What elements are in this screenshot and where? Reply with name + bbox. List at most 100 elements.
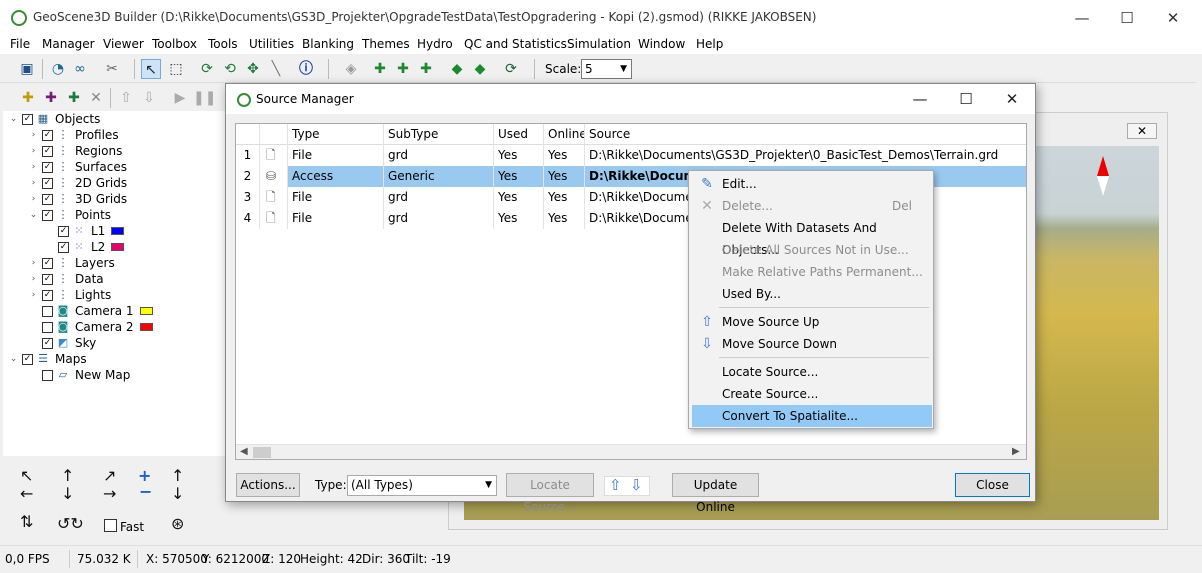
view-close-button[interactable]: ✕ [1127,123,1157,139]
table-row-source[interactable]: D:\Rikke\Documents\GS3D_Projekter\0_Basi… [585,145,1026,166]
menu-window[interactable]: Window [638,37,685,51]
tree-item-sky[interactable]: ✓ ◩ Sky [39,335,96,351]
menu-item-make-relative[interactable]: Make Relative Paths Permanent... [692,261,932,283]
menu-toolbox[interactable]: Toolbox [152,37,197,51]
move-up-icon[interactable]: ⇧ [116,88,136,108]
table-row-online[interactable]: Yes [544,208,585,229]
menu-item-delete[interactable]: ✕ Delete... Del [692,195,932,217]
close-window-button[interactable]: ✕ [1158,6,1188,30]
minimize-button[interactable]: — [1067,6,1097,30]
collapse-icon[interactable]: ⌄ [8,354,19,364]
nav-right-icon[interactable]: → [103,486,116,502]
maximize-button[interactable]: ☐ [1112,6,1142,30]
scroll-left-icon[interactable]: ◀ [240,446,248,457]
fast-checkbox[interactable] [104,519,117,532]
column-header-used[interactable]: Used [494,124,544,145]
sky-checkbox[interactable]: ✓ [42,337,53,349]
scroll-right-icon[interactable]: ▶ [1012,446,1020,457]
menu-item-edit[interactable]: ✎ Edit... [692,173,932,195]
menu-item-convert-spatialite[interactable]: Convert To Spatialite... [692,405,932,427]
nav-down-icon[interactable]: ↓ [61,486,74,502]
type-select[interactable]: (All Types) ▼ [347,475,497,496]
tilt-icon[interactable]: ⇅ [20,514,33,530]
move-down-icon[interactable]: ⇩ [630,476,643,494]
menu-hydro[interactable]: Hydro [417,37,453,51]
tree-item-data[interactable]: › ✓ ⋮ Data [28,271,104,287]
table-row-subtype[interactable]: grd [384,208,494,229]
maps-checkbox[interactable]: ✓ [22,353,33,365]
table-row-used[interactable]: Yes [494,145,544,166]
add-green-icon[interactable]: ✚ [64,88,84,108]
dialog-minimize-button[interactable]: — [905,88,935,110]
collapse-icon[interactable]: ⌄ [28,210,39,220]
nav-up-right-icon[interactable]: ↗ [103,468,116,484]
table-row-type[interactable]: Access [288,166,384,187]
table-row-used[interactable]: Yes [494,166,544,187]
expand-icon[interactable]: › [28,274,39,284]
table-row-online[interactable]: Yes [544,145,585,166]
expand-icon[interactable]: › [28,162,39,172]
rotate-icon[interactable]: ↺↻ [57,516,84,532]
column-header-subtype[interactable]: SubType [384,124,494,145]
rotate-ccw-icon[interactable]: ⟲ [220,59,240,79]
expand-icon[interactable]: › [28,258,39,268]
rotate-cw-icon[interactable]: ⟳ [197,59,217,79]
select-area-icon[interactable]: ⬚ [166,59,186,79]
move-down-icon[interactable]: ⇩ [139,88,159,108]
tree-item-lights[interactable]: › ✓ ⋮ Lights [28,287,112,303]
table-row-subtype[interactable]: grd [384,145,494,166]
newmap-checkbox[interactable] [42,369,53,381]
tree-item-profiles[interactable]: › ✓ ⋮ Profiles [28,127,119,143]
table-row-subtype[interactable]: grd [384,187,494,208]
points-checkbox[interactable]: ✓ [42,209,53,221]
expand-icon[interactable]: › [28,194,39,204]
add-yellow-icon[interactable]: ✚ [18,88,38,108]
pause-icon[interactable]: ❚❚ [193,88,216,108]
dialog-maximize-button[interactable]: ☐ [951,88,981,110]
menu-viewer[interactable]: Viewer [103,37,144,51]
tree-item-layers[interactable]: › ✓ ⋮ Layers [28,255,115,271]
actions-button[interactable]: Actions... [236,473,300,497]
column-header-type[interactable]: Type [288,124,384,145]
nav-up-left-icon[interactable]: ↖ [20,468,33,484]
zoom-out-icon[interactable]: − [139,484,152,500]
camera2-checkbox[interactable] [42,321,53,333]
menu-qc-statistics[interactable]: QC and Statistics [464,37,567,51]
tree-item-new-map[interactable]: ▱ New Map [39,367,130,383]
menu-item-move-up[interactable]: ⇧ Move Source Up [692,311,932,333]
menu-item-create-source[interactable]: Create Source... [692,383,932,405]
tree-item-objects[interactable]: ⌄ ✓ ▦ Objects [8,111,101,127]
add-line-icon[interactable]: ✚ [393,59,413,79]
nav-up-2-icon[interactable]: ↑ [171,468,184,484]
save-icon[interactable]: ▣ [17,59,37,79]
objects-checkbox[interactable]: ✓ [22,113,33,125]
menu-utilities[interactable]: Utilities [249,37,294,51]
tree-item-surfaces[interactable]: › ✓ ⋮ Surfaces [28,159,127,175]
dialog-close-button[interactable]: ✕ [997,88,1027,110]
column-header-number[interactable] [236,124,260,145]
table-row-online[interactable]: Yes [544,166,585,187]
user-icon[interactable]: ◔ [48,59,68,79]
tools-icon[interactable]: ✂ [102,59,122,79]
close-button[interactable]: Close [955,473,1030,497]
table-row-used[interactable]: Yes [494,187,544,208]
nav-up-icon[interactable]: ↑ [61,468,74,484]
menu-item-used-by[interactable]: Used By... [692,283,932,305]
edit-shape-icon[interactable]: ◆ [447,59,467,79]
l2-checkbox[interactable]: ✓ [58,241,69,253]
move-up-icon[interactable]: ⇧ [609,476,622,494]
surfaces-checkbox[interactable]: ✓ [42,161,53,173]
pan-icon[interactable]: ✥ [243,59,263,79]
refresh-view-icon[interactable]: ⟳ [501,59,521,79]
add-point-icon[interactable]: ✚ [370,59,390,79]
grids2d-checkbox[interactable]: ✓ [42,177,53,189]
tree-item-maps[interactable]: ⌄ ✓ ☰ Maps [8,351,87,367]
remove-icon[interactable]: ✕ [86,88,106,108]
menu-manager[interactable]: Manager [42,37,95,51]
update-online-button[interactable]: Update Online [672,473,759,514]
binoculars-icon[interactable]: ∞ [70,59,90,79]
cube-icon[interactable]: ◈ [341,59,361,79]
locate-source-button[interactable]: Locate Source... [506,473,594,514]
table-row-type[interactable]: File [288,145,384,166]
add-purple-icon[interactable]: ✚ [41,88,61,108]
